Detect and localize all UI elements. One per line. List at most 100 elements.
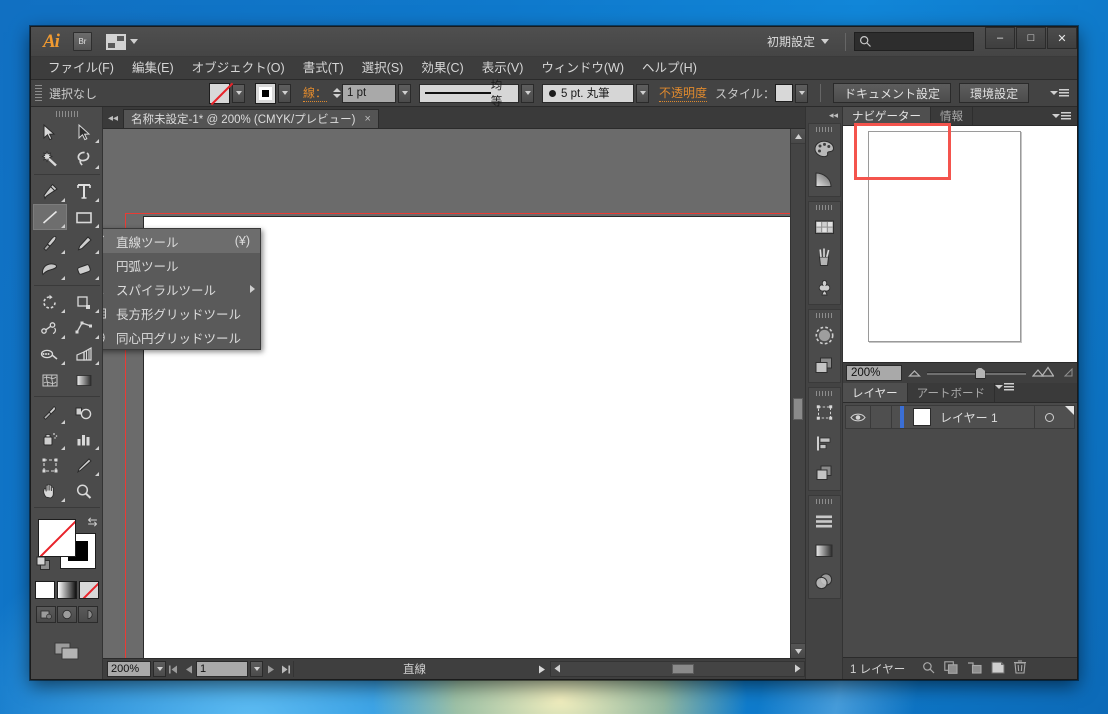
change-screen-mode-button[interactable] xyxy=(54,641,80,664)
flyout-item-spiral[interactable]: スパイラルツール xyxy=(103,277,260,301)
menu-file[interactable]: ファイル(F) xyxy=(39,57,123,80)
blend-tool[interactable] xyxy=(67,400,101,426)
first-artboard-button[interactable] xyxy=(166,661,181,677)
navigator-zoom-slider[interactable] xyxy=(927,365,1026,381)
layer-name[interactable]: レイヤー 1 xyxy=(931,409,1034,426)
stroke-profile-dropdown[interactable] xyxy=(521,83,535,103)
layer-target-button[interactable] xyxy=(1034,406,1064,428)
make-clipping-mask-button[interactable] xyxy=(944,660,958,677)
perspective-grid-tool[interactable] xyxy=(67,341,101,367)
normal-screen-mode-icon[interactable] xyxy=(35,606,56,623)
zoom-tool[interactable] xyxy=(67,478,101,504)
column-graph-tool[interactable] xyxy=(67,426,101,452)
brush-definition-field[interactable]: 5 pt. 丸筆 xyxy=(542,83,635,103)
delete-layer-button[interactable] xyxy=(1014,660,1027,677)
navigator-panel-menu-button[interactable] xyxy=(1052,107,1077,125)
last-artboard-button[interactable] xyxy=(278,661,293,677)
fill-dropdown[interactable] xyxy=(232,83,245,103)
gradient-tool[interactable] xyxy=(67,367,101,393)
scroll-right-button[interactable] xyxy=(794,662,801,676)
symbols-panel-button[interactable] xyxy=(809,272,840,302)
graphic-style-dropdown[interactable] xyxy=(795,83,809,103)
scroll-left-button[interactable] xyxy=(554,662,561,676)
status-text[interactable]: 直線 xyxy=(293,661,535,677)
create-new-layer-button[interactable] xyxy=(991,661,1005,677)
tabstrip-collapse-icon[interactable]: ◂◂ xyxy=(106,113,123,128)
toolbox-grip[interactable] xyxy=(55,111,78,117)
maximize-button[interactable]: □ xyxy=(1016,27,1046,49)
opacity-label[interactable]: 不透明度 xyxy=(659,84,708,102)
hand-tool[interactable] xyxy=(33,478,67,504)
status-menu-button[interactable] xyxy=(535,661,550,677)
stroke-panel-button[interactable] xyxy=(809,320,840,350)
flyout-item-polar-grid[interactable]: 同心円グリッドツール xyxy=(103,325,260,349)
search-input[interactable] xyxy=(854,32,974,51)
horizontal-scrollbar[interactable] xyxy=(549,661,805,677)
symbol-sprayer-tool[interactable] xyxy=(33,426,67,452)
none-mode-icon[interactable] xyxy=(78,581,99,599)
pen-tool[interactable] xyxy=(33,178,67,204)
menu-select[interactable]: 選択(S) xyxy=(353,57,413,80)
vertical-scroll-track[interactable] xyxy=(791,144,805,643)
flyout-item-line[interactable]: 直線ツール (¥) xyxy=(103,229,260,253)
gradient-panel-button[interactable] xyxy=(809,536,840,566)
navigator-view-box[interactable] xyxy=(854,123,951,180)
create-sublayer-button[interactable] xyxy=(967,661,982,677)
navigator-preview[interactable] xyxy=(843,123,1077,362)
color-panel-button[interactable] xyxy=(809,134,840,164)
default-fill-stroke-icon[interactable] xyxy=(36,556,52,575)
flyout-item-arc[interactable]: 円弧ツール xyxy=(103,253,260,277)
close-button[interactable]: ✕ xyxy=(1047,27,1077,49)
paintbrush-tool[interactable] xyxy=(33,230,67,256)
magic-wand-tool[interactable] xyxy=(33,145,67,171)
dock-group-grip[interactable] xyxy=(815,205,833,210)
selection-tool[interactable] xyxy=(33,119,67,145)
width-tool[interactable] xyxy=(33,315,67,341)
document-tab[interactable]: 名称未設定-1* @ 200% (CMYK/プレビュー) × xyxy=(123,109,379,128)
scale-tool[interactable] xyxy=(67,289,101,315)
full-screen-menubar-icon[interactable] xyxy=(56,606,77,623)
menu-type[interactable]: 書式(T) xyxy=(294,57,353,80)
stroke-swatch[interactable] xyxy=(255,82,276,104)
brushes-panel-button[interactable] xyxy=(809,242,840,272)
menu-edit[interactable]: 編集(E) xyxy=(123,57,183,80)
menu-window[interactable]: ウィンドウ(W) xyxy=(532,57,633,80)
locate-object-button[interactable] xyxy=(922,661,935,677)
transparency-panel-button[interactable] xyxy=(809,350,840,380)
minimize-button[interactable]: – xyxy=(985,27,1015,49)
vertical-scrollbar[interactable] xyxy=(790,129,805,658)
navigator-zoom-field[interactable]: 200% xyxy=(846,365,902,381)
gradient-mode-icon[interactable] xyxy=(56,581,77,599)
paragraph-styles-button[interactable] xyxy=(809,506,840,536)
fill-swatch[interactable] xyxy=(209,82,230,104)
direct-selection-tool[interactable] xyxy=(67,119,101,145)
preferences-button[interactable]: 環境設定 xyxy=(959,83,1030,103)
prev-artboard-button[interactable] xyxy=(181,661,196,677)
dock-group-grip[interactable] xyxy=(815,391,833,396)
eraser-tool[interactable] xyxy=(67,256,101,282)
stroke-weight-dropdown[interactable] xyxy=(398,83,412,103)
flyout-item-rect-grid[interactable]: 長方形グリッドツール xyxy=(103,301,260,325)
color-mode-icon[interactable] xyxy=(34,581,55,599)
swap-fill-stroke-icon[interactable]: ⇆ xyxy=(87,515,97,529)
bridge-button[interactable]: Br xyxy=(72,32,92,51)
color-guide-button[interactable] xyxy=(809,164,840,194)
stroke-weight-stepper[interactable] xyxy=(333,88,342,98)
rotate-tool[interactable] xyxy=(33,289,67,315)
layer-lock-toggle[interactable] xyxy=(870,406,892,428)
next-artboard-button[interactable] xyxy=(263,661,278,677)
line-segment-tool[interactable] xyxy=(32,204,67,230)
layer-visibility-toggle[interactable] xyxy=(846,412,870,423)
stroke-profile-field[interactable]: 均等 xyxy=(419,80,520,108)
transform-panel-button[interactable] xyxy=(809,398,840,428)
artboard-tool[interactable] xyxy=(33,452,67,478)
stroke-dropdown[interactable] xyxy=(278,83,291,103)
scroll-up-button[interactable] xyxy=(791,129,805,144)
layers-list[interactable]: レイヤー 1 xyxy=(843,403,1077,657)
graphic-style-swatch[interactable] xyxy=(775,84,794,102)
control-panel-menu-button[interactable] xyxy=(1050,89,1069,97)
dock-collapse-icon[interactable]: ◂◂ xyxy=(829,107,842,123)
appearance-panel-button[interactable] xyxy=(809,566,840,596)
zoom-out-icon[interactable] xyxy=(908,366,921,380)
blob-brush-tool[interactable] xyxy=(33,256,67,282)
